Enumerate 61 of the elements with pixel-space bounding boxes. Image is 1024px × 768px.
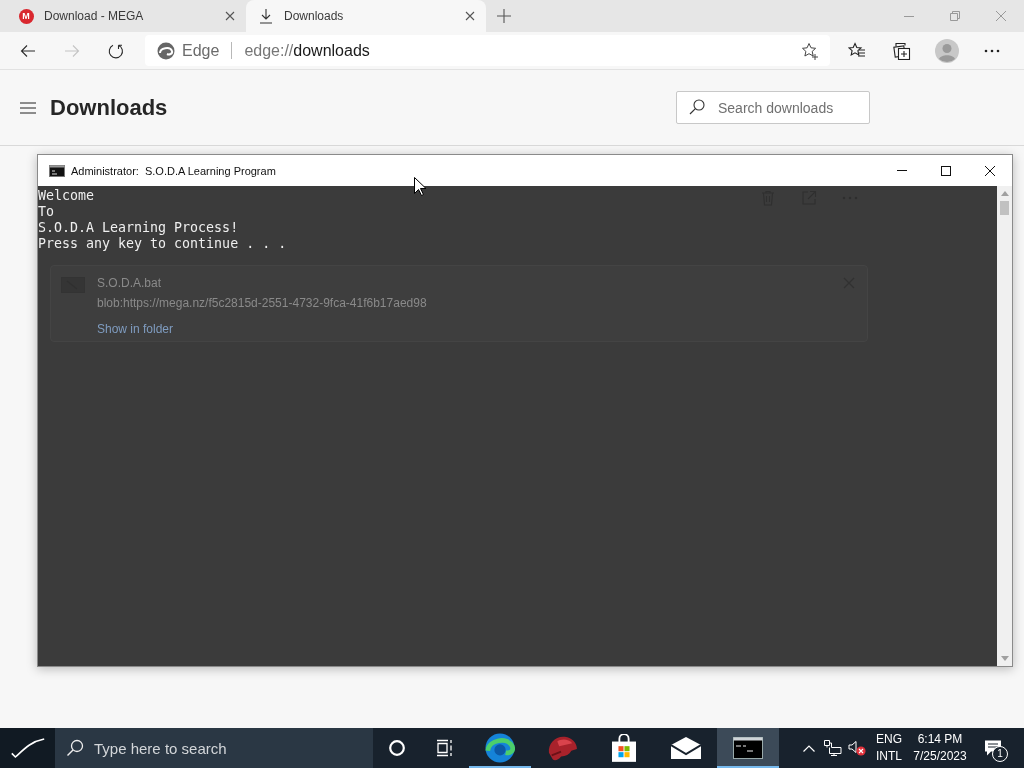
search-field[interactable]: Search downloads bbox=[676, 91, 870, 124]
search-field[interactable]: Type here to search bbox=[55, 728, 373, 768]
star-list-icon bbox=[848, 41, 866, 60]
edge-logo-icon bbox=[157, 41, 175, 60]
file-name: S.O.D.A.bat bbox=[97, 276, 162, 290]
avatar-icon bbox=[935, 38, 959, 63]
down-arrow-icon[interactable] bbox=[1000, 656, 1009, 661]
back-arrow-icon bbox=[20, 42, 36, 59]
window-title: Administrator: S.O.D.A Learning Program bbox=[71, 164, 276, 177]
more-icon bbox=[984, 48, 1000, 53]
restore-icon bbox=[950, 11, 960, 21]
show-in-folder-link[interactable]: Show in folder bbox=[97, 322, 174, 336]
close-icon bbox=[985, 165, 995, 176]
source-url: blob:https://mega.nz/f5c2815d-2551-4732-9fca-41f6b17aed98 bbox=[97, 296, 427, 310]
network-monitor-icon bbox=[824, 740, 842, 756]
browser-tab[interactable]: M Download - MEGA bbox=[6, 0, 246, 32]
console-icon bbox=[49, 164, 65, 177]
minimize-icon bbox=[897, 170, 907, 171]
console-line: Welcome bbox=[38, 188, 95, 204]
scrollbar[interactable] bbox=[997, 186, 1012, 666]
console-line: To bbox=[38, 204, 54, 220]
edge-logo-icon bbox=[485, 733, 515, 763]
refresh-icon bbox=[108, 42, 124, 59]
terminal-icon bbox=[733, 737, 763, 759]
language-indicator[interactable]: ENG INTL bbox=[871, 728, 905, 768]
minimize-icon bbox=[904, 15, 914, 17]
close-icon bbox=[465, 11, 475, 21]
close-icon bbox=[996, 11, 1006, 21]
browser-tab[interactable]: Downloads bbox=[246, 0, 486, 32]
clock[interactable]: 6:14 PM 7/25/2023 bbox=[907, 728, 973, 768]
page-title: Downloads bbox=[50, 94, 168, 121]
download-icon bbox=[258, 8, 274, 24]
start-button[interactable] bbox=[0, 728, 55, 768]
mail-icon bbox=[671, 737, 701, 759]
forward-arrow-icon bbox=[64, 42, 80, 59]
search-icon bbox=[689, 99, 705, 115]
site-label: Edge bbox=[182, 41, 220, 60]
mouse-pointer-icon bbox=[414, 177, 426, 196]
helmet-icon bbox=[546, 734, 578, 762]
notification-center-button[interactable]: 1 bbox=[975, 728, 1011, 768]
site-logo: M bbox=[18, 8, 34, 24]
up-arrow-icon[interactable] bbox=[1000, 191, 1009, 196]
notification-badge: 1 bbox=[992, 746, 1008, 762]
scrollbar-thumb[interactable] bbox=[1000, 201, 1009, 215]
star-plus-icon bbox=[801, 41, 819, 60]
address-bar[interactable]: Edge edge://downloads bbox=[145, 35, 830, 66]
menu-icon bbox=[20, 101, 36, 114]
task-view-icon bbox=[436, 739, 454, 757]
swoosh-logo-icon bbox=[9, 736, 46, 760]
url-text: edge://downloads bbox=[244, 41, 370, 60]
console-line: S.O.D.A Learning Process! bbox=[38, 220, 239, 236]
taskbar-terminal-button[interactable] bbox=[717, 728, 779, 768]
store-bag-icon bbox=[612, 734, 636, 762]
maximize-icon bbox=[941, 165, 951, 176]
collections-icon bbox=[893, 41, 911, 60]
plus-icon bbox=[497, 9, 511, 23]
chevron-up-icon bbox=[803, 744, 815, 752]
ring-icon bbox=[389, 740, 405, 756]
console-line: Press any key to continue . . . bbox=[38, 236, 287, 252]
search-icon bbox=[66, 739, 84, 757]
close-icon bbox=[225, 11, 235, 21]
